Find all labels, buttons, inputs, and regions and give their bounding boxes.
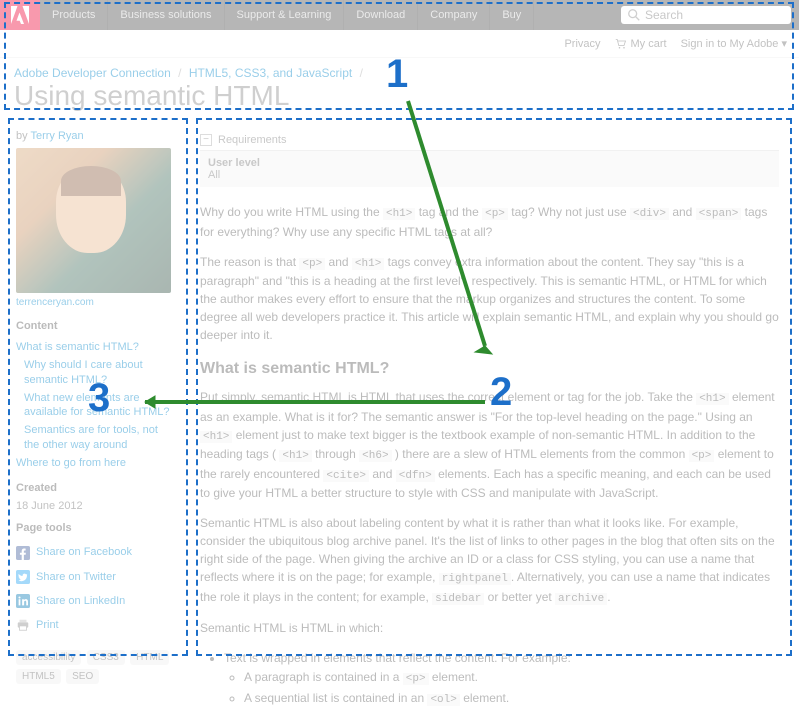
cart-label: My cart xyxy=(631,38,667,50)
requirements-bar[interactable]: − Requirements xyxy=(200,130,779,151)
tool-label: Share on Facebook xyxy=(36,543,132,561)
breadcrumb-item-1[interactable]: HTML5, CSS3, and JavaScript xyxy=(189,66,352,80)
toc-item[interactable]: What is semantic HTML? xyxy=(16,338,172,356)
tag[interactable]: HTML xyxy=(130,650,169,665)
page-title: Using semantic HTML xyxy=(0,80,799,122)
created-date: 18 June 2012 xyxy=(16,500,172,512)
tag[interactable]: SEO xyxy=(66,669,99,684)
list-item: A sequential list is contained in an <ol… xyxy=(244,689,779,710)
section-heading: What is semantic HTML? xyxy=(200,360,779,378)
cart-icon xyxy=(615,38,627,50)
share-linkedin[interactable]: Share on LinkedIn xyxy=(16,589,172,613)
cart-wrap[interactable]: My cart xyxy=(615,38,667,50)
user-level-value: All xyxy=(208,169,771,181)
top-nav: Products Business solutions Support & Le… xyxy=(0,0,799,30)
adobe-logo[interactable] xyxy=(0,0,40,30)
collapse-icon: − xyxy=(200,134,212,146)
breadcrumb-sep: / xyxy=(178,66,181,80)
paragraph: The reason is that <p> and <h1> tags con… xyxy=(200,253,779,345)
linkedin-icon xyxy=(16,594,30,608)
toc: What is semantic HTML? Why should I care… xyxy=(16,338,172,472)
author-site[interactable]: terrenceryan.com xyxy=(16,297,172,308)
tag[interactable]: HTML5 xyxy=(16,669,61,684)
subnav: Privacy My cart Sign in to My Adobe ▾ xyxy=(0,30,799,58)
print[interactable]: Print xyxy=(16,613,172,637)
sidebar: by Terry Ryan terrenceryan.com Content W… xyxy=(8,122,180,727)
main: by Terry Ryan terrenceryan.com Content W… xyxy=(0,122,799,727)
tool-label: Share on LinkedIn xyxy=(36,592,125,610)
privacy-link[interactable]: Privacy xyxy=(564,38,600,50)
toc-item[interactable]: Where to go from here xyxy=(16,454,172,472)
user-level-label: User level xyxy=(208,157,771,169)
byline: by Terry Ryan xyxy=(16,130,172,142)
search-wrap xyxy=(621,6,791,24)
tool-label: Print xyxy=(36,616,59,634)
breadcrumb-item-0[interactable]: Adobe Developer Connection xyxy=(14,66,171,80)
tag[interactable]: CSS3 xyxy=(87,650,125,665)
user-level: User level All xyxy=(200,151,779,187)
breadcrumb-sep: / xyxy=(360,66,363,80)
twitter-icon xyxy=(16,570,30,584)
signin-link[interactable]: Sign in to My Adobe ▾ xyxy=(681,37,787,50)
created-heading: Created xyxy=(16,482,172,494)
requirements-label: Requirements xyxy=(218,134,286,146)
print-icon xyxy=(16,618,30,632)
facebook-icon xyxy=(16,546,30,560)
nav-item-download[interactable]: Download xyxy=(344,0,418,30)
nav-item-business[interactable]: Business solutions xyxy=(108,0,224,30)
paragraph: Put simply, semantic HTML is HTML that u… xyxy=(200,388,779,502)
tag[interactable]: accessibility xyxy=(16,650,81,665)
breadcrumb: Adobe Developer Connection / HTML5, CSS3… xyxy=(0,58,799,80)
paragraph: Semantic HTML is also about labeling con… xyxy=(200,514,779,607)
nav-items: Products Business solutions Support & Le… xyxy=(40,0,621,30)
author-avatar xyxy=(16,148,171,293)
page-tools: Share on Facebook Share on Twitter Share… xyxy=(16,540,172,637)
toc-item[interactable]: Why should I care about semantic HTML? xyxy=(16,356,172,389)
tool-label: Share on Twitter xyxy=(36,568,116,586)
list-item: Text is wrapped in elements that reflect… xyxy=(224,649,779,709)
tags: accessibility CSS3 HTML HTML5 SEO xyxy=(16,648,172,686)
list: Text is wrapped in elements that reflect… xyxy=(224,649,779,709)
toc-item[interactable]: What new elements are available for sema… xyxy=(16,389,172,422)
nav-item-products[interactable]: Products xyxy=(40,0,108,30)
list-item: A paragraph is contained in a <p> elemen… xyxy=(244,668,779,689)
paragraph: Why do you write HTML using the <h1> tag… xyxy=(200,203,779,241)
toc-item[interactable]: Semantics are for tools, not the other w… xyxy=(16,421,172,454)
nav-item-buy[interactable]: Buy xyxy=(490,0,534,30)
article-content: − Requirements User level All Why do you… xyxy=(188,122,791,727)
author-link[interactable]: Terry Ryan xyxy=(30,130,83,142)
share-facebook[interactable]: Share on Facebook xyxy=(16,540,172,564)
nav-item-company[interactable]: Company xyxy=(418,0,490,30)
share-twitter[interactable]: Share on Twitter xyxy=(16,565,172,589)
adobe-icon xyxy=(8,3,32,27)
paragraph: Semantic HTML is HTML in which: xyxy=(200,619,779,637)
content-heading: Content xyxy=(16,320,172,332)
search-input[interactable] xyxy=(645,8,785,22)
nav-item-support[interactable]: Support & Learning xyxy=(225,0,345,30)
search-icon xyxy=(627,8,641,22)
tools-heading: Page tools xyxy=(16,522,172,534)
